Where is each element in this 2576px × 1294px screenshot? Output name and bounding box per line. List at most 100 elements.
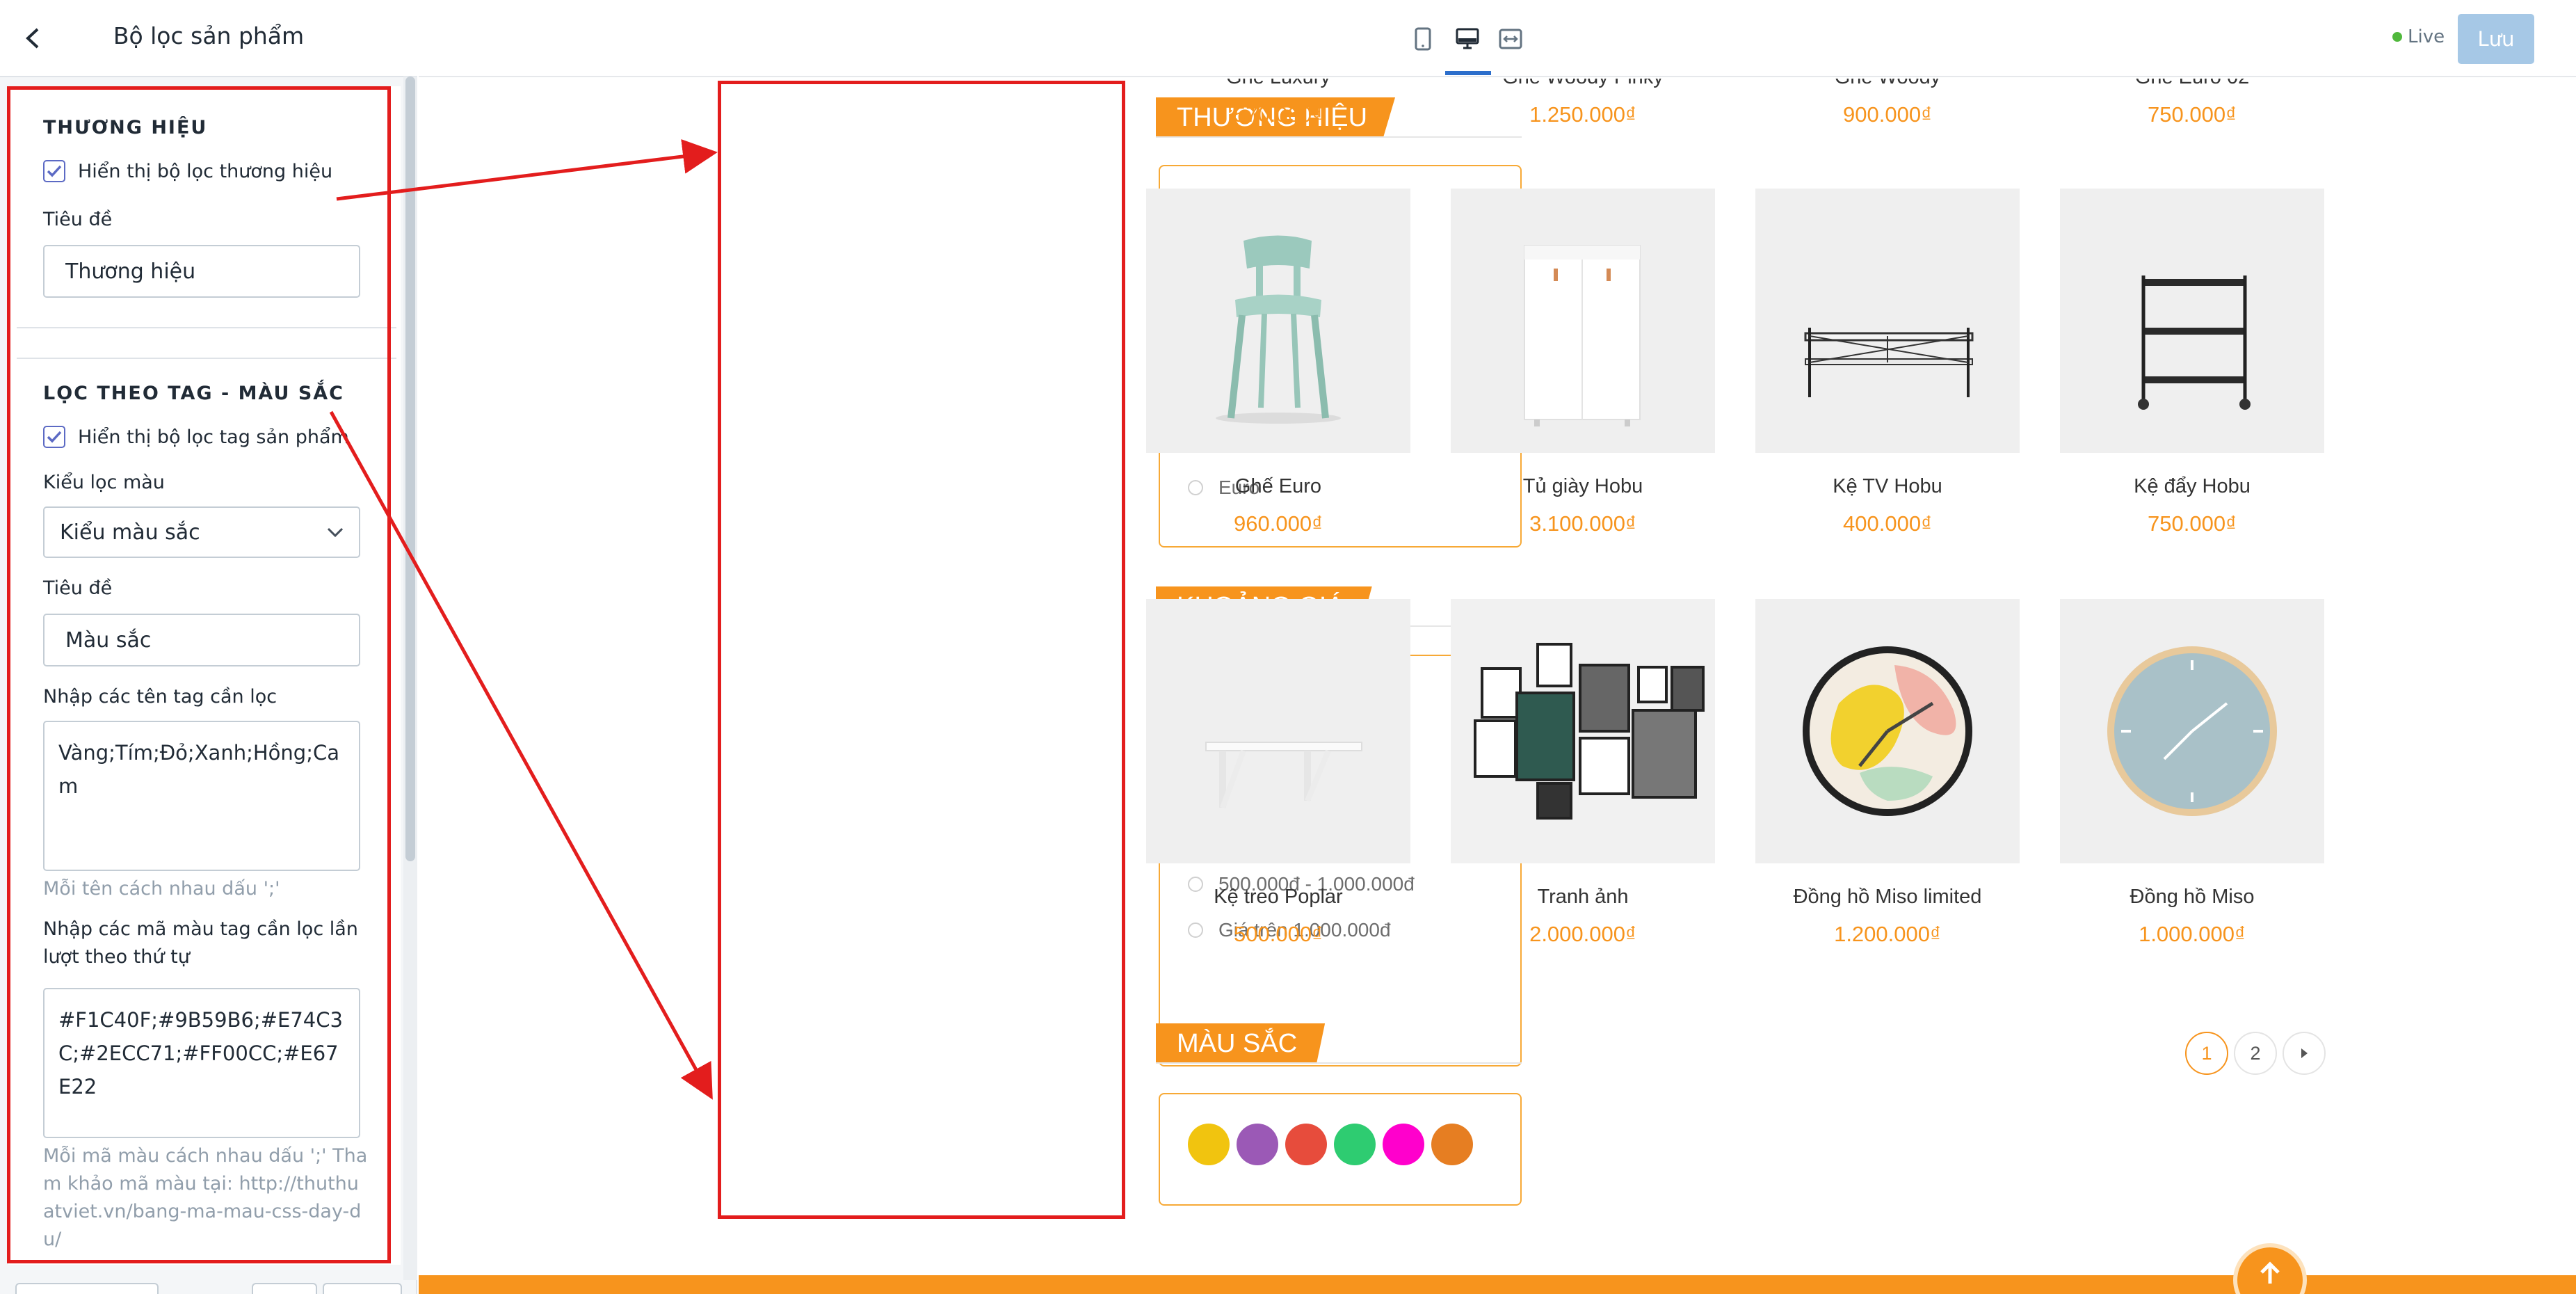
product-name[interactable]: Đồng hồ Miso — [2060, 886, 2324, 909]
page-2-button[interactable]: 2 — [2234, 1032, 2277, 1075]
show-tag-filter-checkbox[interactable]: Hiển thị bộ lọc tag sản phẩm — [43, 426, 349, 448]
editor-topbar: Live Lưu — [419, 0, 2576, 77]
settings-panel: Bộ lọc sản phẩm THƯƠNG HIỆU Hiển thị bộ … — [0, 0, 417, 1294]
chevron-left-icon — [26, 28, 39, 49]
product-name[interactable]: Ghế Woody Pinky — [1451, 79, 1715, 89]
product-photo — [1216, 235, 1341, 424]
footer-button[interactable] — [252, 1283, 317, 1294]
store-preview: THƯƠNG HIỆU AillenALICEARABICAAURORABELL… — [419, 79, 2576, 1294]
color-swatch[interactable] — [1188, 1124, 1230, 1165]
brand-settings-section: THƯƠNG HIỆU Hiển thị bộ lọc thương hiệu … — [17, 92, 396, 328]
panel-title: Bộ lọc sản phẩm — [113, 22, 305, 49]
product-image[interactable] — [1146, 599, 1410, 863]
product-name[interactable]: Kệ đẩy Hobu — [2060, 475, 2324, 498]
desktop-view-button[interactable] — [1447, 21, 1488, 57]
field-label: Tiêu đề — [43, 577, 113, 599]
product-price: 400.000₫ — [1843, 511, 1932, 536]
back-button[interactable] — [15, 21, 50, 56]
color-title-input[interactable] — [43, 614, 360, 666]
product-name[interactable]: Tủ giày Hobu — [1451, 475, 1715, 498]
color-swatch[interactable] — [1431, 1124, 1473, 1165]
product-price: 570.000₫ — [1234, 102, 1323, 127]
caret-right-icon — [2301, 1048, 2308, 1058]
product-image[interactable] — [1755, 599, 2020, 863]
product-name[interactable]: Tranh ảnh — [1451, 886, 1715, 909]
color-filter-title: MÀU SẮC — [1156, 1023, 1326, 1064]
product-name[interactable]: Kệ treo Poplar — [1146, 886, 1410, 909]
product-name[interactable]: Đồng hồ Miso limited — [1755, 886, 2020, 909]
product-price: 3.100.000₫ — [1529, 511, 1636, 536]
color-tag-settings-section: LỌC THEO TAG - MÀU SẮC Hiển thị bộ lọc t… — [17, 358, 396, 1265]
divider — [1156, 1062, 1522, 1064]
product-photo — [2107, 646, 2277, 816]
section-title: THƯƠNG HIỆU — [43, 117, 208, 138]
checkmark-icon — [47, 165, 62, 177]
product-price: 750.000₫ — [2148, 102, 2237, 127]
fullwidth-view-button[interactable] — [1490, 21, 1531, 57]
product-price: 500.000₫ — [1234, 922, 1323, 946]
product-photo — [1524, 245, 1641, 426]
show-brand-filter-checkbox[interactable]: Hiển thị bộ lọc thương hiệu — [43, 160, 332, 182]
product-photo — [1804, 328, 1974, 397]
brand-title-input[interactable] — [43, 245, 360, 298]
page-1-button[interactable]: 1 — [2185, 1032, 2228, 1075]
product-name[interactable]: Ghế Luxury — [1146, 79, 1410, 89]
save-button[interactable]: Lưu — [2458, 14, 2534, 64]
color-mode-select[interactable]: Kiểu màu sắc — [43, 506, 360, 558]
product-name[interactable]: Ghế Woody — [1755, 79, 2020, 89]
field-label: Nhập các tên tag cần lọc — [43, 686, 277, 708]
scrollbar-thumb[interactable] — [405, 77, 415, 861]
product-image[interactable] — [1146, 189, 1410, 453]
product-price: 750.000₫ — [2148, 511, 2237, 536]
divider — [1156, 136, 1522, 138]
panel-header: Bộ lọc sản phẩm — [0, 0, 417, 77]
checkmark-icon — [47, 431, 62, 443]
help-text: Mỗi tên cách nhau dấu ';' — [43, 878, 280, 900]
product-photo — [1205, 742, 1362, 809]
next-page-button[interactable] — [2283, 1032, 2326, 1075]
checkbox[interactable] — [43, 160, 65, 182]
checkbox[interactable] — [43, 426, 65, 448]
product-price: 960.000₫ — [1234, 511, 1323, 536]
product-image[interactable] — [2060, 189, 2324, 453]
footer-button[interactable] — [323, 1283, 402, 1294]
mobile-icon — [1415, 27, 1431, 51]
live-status: Live — [2392, 26, 2445, 47]
field-label: Tiêu đề — [43, 209, 113, 230]
product-price: 900.000₫ — [1843, 102, 1932, 127]
tag-names-textarea[interactable]: Vàng;Tím;Đỏ;Xanh;Hồng;Cam — [43, 721, 360, 871]
field-label: Nhập các mã màu tag cần lọc lần lượt the… — [43, 918, 358, 968]
panel-content: THƯƠNG HIỆU Hiển thị bộ lọc thương hiệu … — [8, 86, 401, 1265]
section-title: LỌC THEO TAG - MÀU SẮC — [43, 383, 344, 404]
color-filter-box — [1159, 1093, 1522, 1206]
color-swatch[interactable] — [1334, 1124, 1376, 1165]
product-photo — [1451, 599, 1715, 863]
product-price: 1.250.000₫ — [1529, 102, 1636, 127]
mobile-view-button[interactable] — [1402, 21, 1444, 57]
product-name[interactable]: Ghế Euro — [1146, 475, 1410, 498]
product-price: 1.000.000₫ — [2139, 922, 2246, 946]
color-swatch[interactable] — [1285, 1124, 1327, 1165]
live-label: Live — [2408, 26, 2445, 47]
footer-button[interactable] — [15, 1283, 159, 1294]
color-swatch[interactable] — [1237, 1124, 1278, 1165]
fullwidth-icon — [1499, 29, 1522, 49]
color-codes-textarea[interactable]: #F1C40F;#9B59B6;#E74C3C;#2ECC71;#FF00CC;… — [43, 988, 360, 1138]
scroll-to-top-button[interactable] — [2233, 1243, 2307, 1294]
product-photo — [2138, 275, 2251, 410]
product-name[interactable]: Ghế Euro 02 — [2060, 79, 2324, 89]
color-swatch[interactable] — [1383, 1124, 1424, 1165]
chevron-down-icon — [327, 527, 344, 538]
product-image[interactable] — [1755, 189, 2020, 453]
field-label: Kiểu lọc màu — [43, 472, 165, 493]
product-image[interactable] — [2060, 599, 2324, 863]
product-price: 1.200.000₫ — [1834, 922, 1941, 946]
product-name[interactable]: Kệ TV Hobu — [1755, 475, 2020, 498]
select-value: Kiểu màu sắc — [60, 520, 200, 545]
product-image[interactable] — [1451, 189, 1715, 453]
product-photo — [1803, 646, 1972, 816]
status-dot-icon — [2392, 32, 2402, 42]
panel-scrollbar[interactable] — [403, 77, 417, 1280]
product-image[interactable] — [1451, 599, 1715, 863]
checkbox-label: Hiển thị bộ lọc thương hiệu — [78, 160, 333, 182]
